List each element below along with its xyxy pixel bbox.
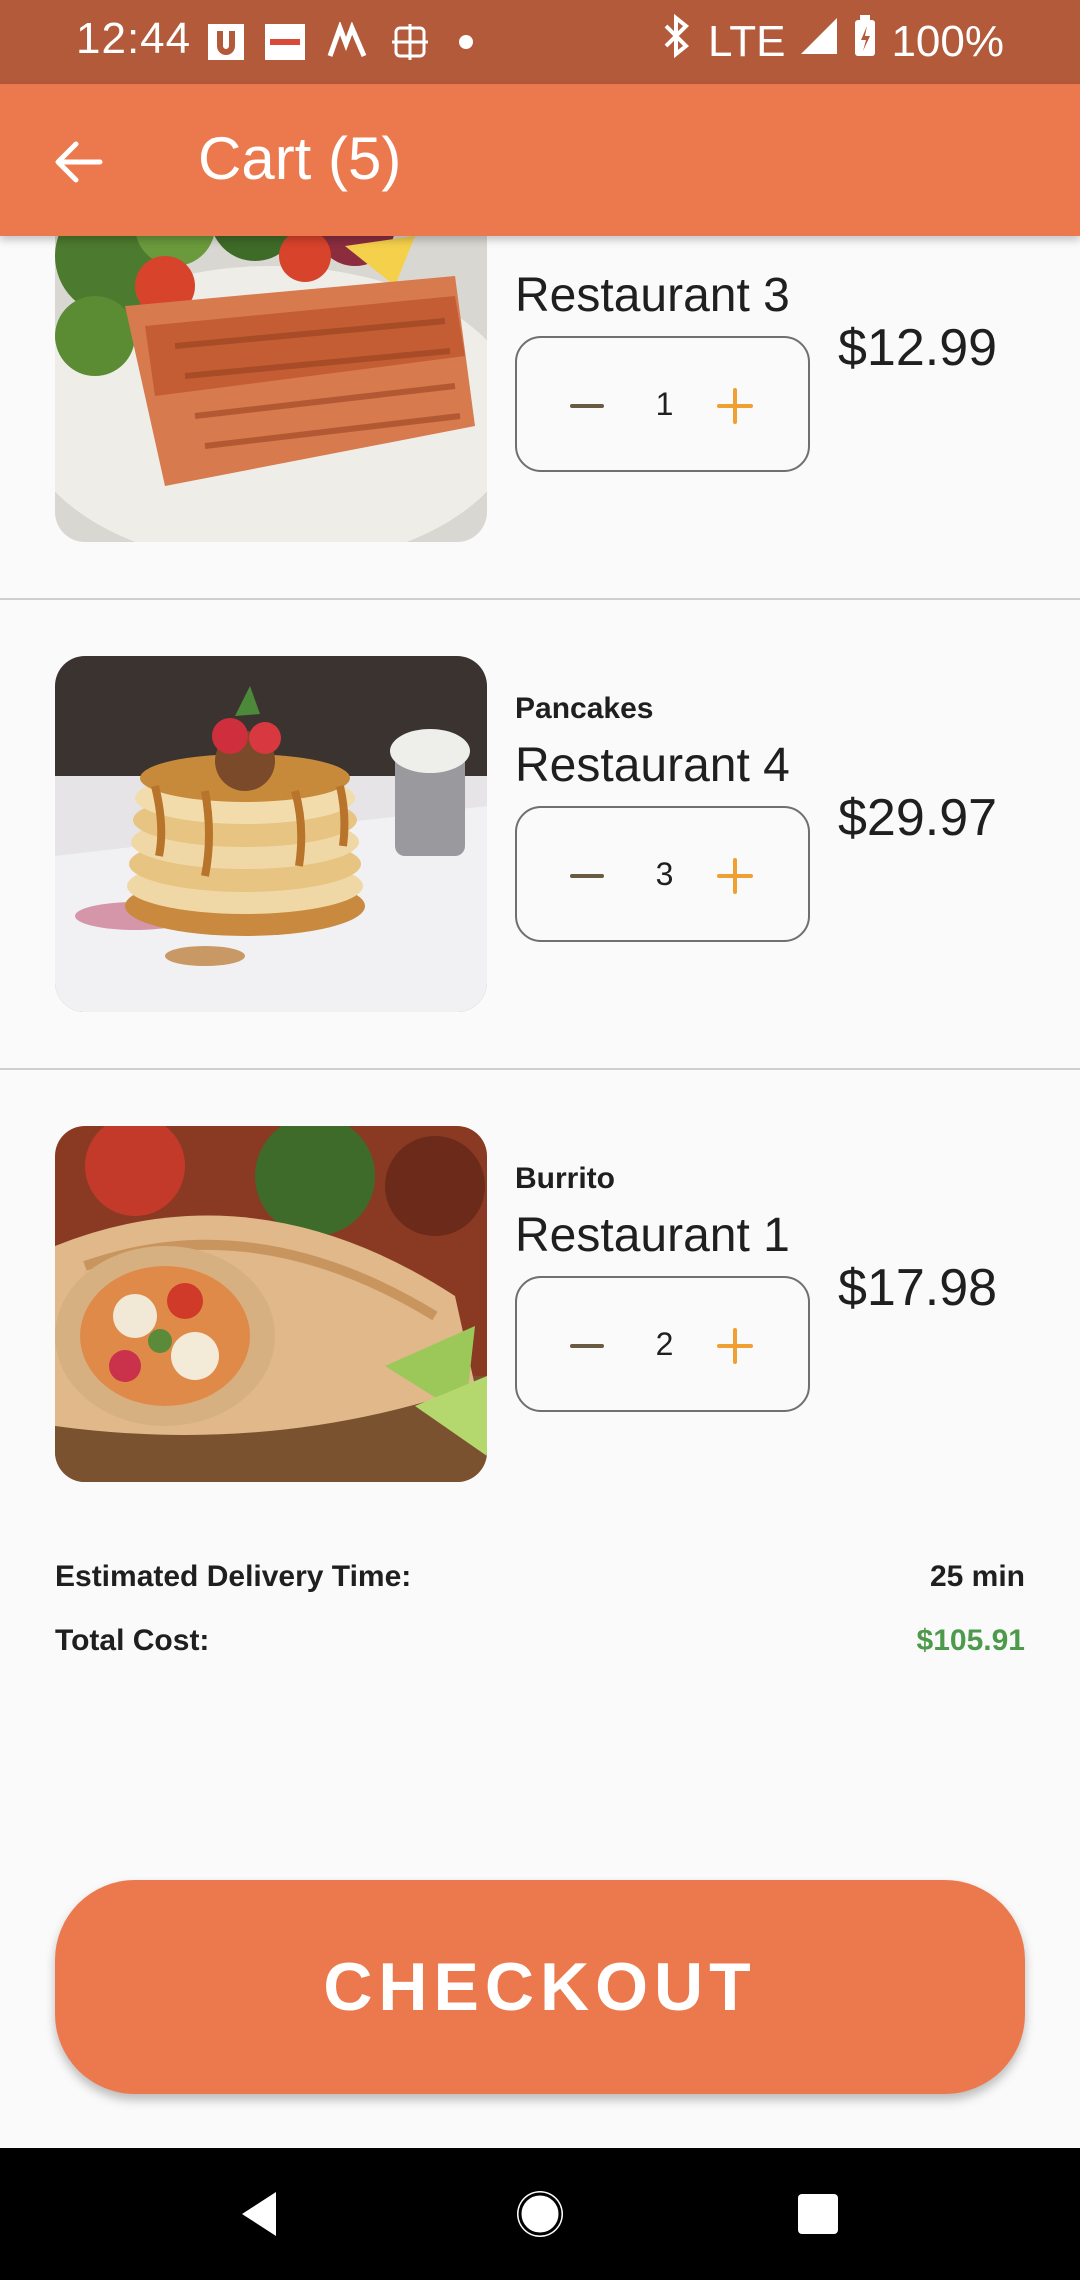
food-image-burrito	[55, 1126, 487, 1482]
quantity-stepper: 2	[515, 1276, 810, 1412]
nav-back-icon[interactable]	[232, 2184, 292, 2244]
nav-recents-icon[interactable]	[788, 2184, 848, 2244]
page-title: Cart (5)	[198, 125, 402, 192]
system-nav-bar	[0, 2148, 1080, 2280]
restaurant-name: Restaurant 4	[515, 739, 790, 792]
dot-icon	[458, 34, 474, 50]
plus-icon[interactable]	[717, 1326, 757, 1366]
cart-item: Restaurant 3 1 $12.99	[0, 236, 1080, 600]
restaurant-name: Restaurant 3	[515, 269, 790, 322]
quantity-value: 2	[655, 1326, 674, 1362]
grid-app-icon	[390, 22, 430, 62]
delivery-time-row: Estimated Delivery Time: 25 min	[55, 1560, 1025, 1600]
item-price: $12.99	[838, 319, 998, 377]
nav-home-icon[interactable]	[510, 2184, 570, 2244]
zomato-icon	[264, 22, 306, 62]
delivery-time-value: 25 min	[929, 1560, 1025, 1593]
checkout-button[interactable]: CHECKOUT	[55, 1880, 1025, 2094]
app-bar: Cart (5)	[0, 84, 1080, 236]
cart-item: Pancakes Restaurant 4 3 $29.97	[0, 600, 1080, 1070]
item-name: Pancakes	[515, 692, 654, 725]
cart-item: Burrito Restaurant 1 2 $17.98	[0, 1070, 1080, 1504]
food-image-pancakes	[55, 656, 487, 1012]
delivery-time-label: Estimated Delivery Time:	[55, 1560, 412, 1593]
quantity-value: 1	[655, 386, 674, 422]
battery-icon	[853, 14, 877, 69]
total-cost-label: Total Cost:	[55, 1624, 210, 1657]
item-price: $17.98	[838, 1259, 998, 1317]
food-image-salmon	[55, 236, 487, 542]
u-app-icon	[206, 22, 246, 62]
item-name: Burrito	[515, 1162, 615, 1195]
status-right: LTE 100%	[660, 13, 1004, 69]
plus-icon[interactable]	[717, 856, 757, 896]
network-type: LTE	[708, 16, 786, 66]
plus-icon[interactable]	[717, 386, 757, 426]
status-time: 12:44	[76, 14, 192, 63]
quantity-stepper: 3	[515, 806, 810, 942]
signal-icon	[799, 16, 839, 67]
item-price: $29.97	[838, 789, 998, 847]
status-bar: 12:44 LTE 100%	[0, 0, 1080, 84]
quantity-value: 3	[655, 856, 674, 892]
total-cost-row: Total Cost: $105.91	[55, 1624, 1025, 1664]
bluetooth-icon	[660, 13, 694, 69]
restaurant-name: Restaurant 1	[515, 1209, 790, 1262]
mobile-app-icon	[326, 22, 368, 62]
quantity-stepper: 1	[515, 336, 810, 472]
battery-percent: 100%	[891, 16, 1004, 66]
arrow-left-icon[interactable]	[50, 134, 106, 190]
cart-list[interactable]: Restaurant 3 1 $12.99 Pancakes Restauran…	[0, 236, 1080, 1504]
total-cost-value: $105.91	[916, 1624, 1025, 1657]
